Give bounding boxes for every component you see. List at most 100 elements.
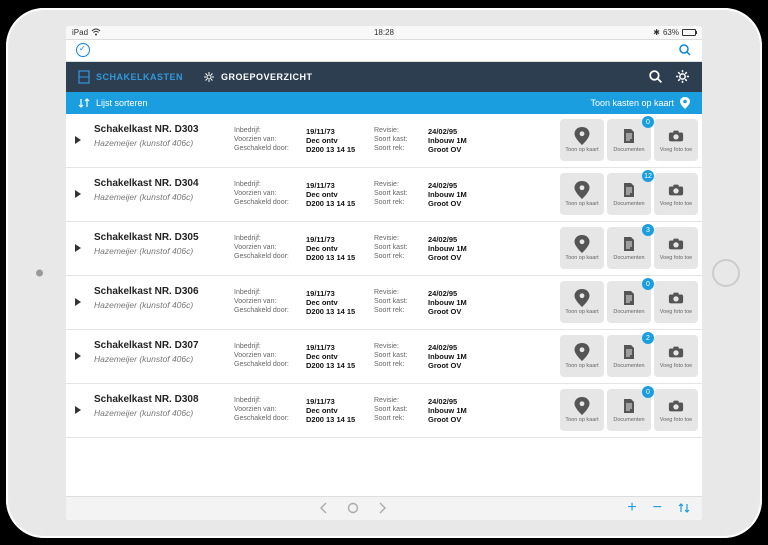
row-title: Schakelkast NR. D306 — [94, 286, 226, 297]
row-details: Inbedrijf:19/11/73Revisie:24/02/95Voorzi… — [230, 276, 556, 329]
nav-bar — [66, 40, 702, 62]
list-container[interactable]: Schakelkast NR. D303 Hazemeijer (kunstof … — [66, 114, 702, 496]
row-details: Inbedrijf:19/11/73Revisie:24/02/95Voorzi… — [230, 330, 556, 383]
row-title-block: Schakelkast NR. D305 Hazemeijer (kunstof … — [90, 222, 230, 275]
show-on-map-button[interactable]: Toon op kaart — [560, 335, 604, 377]
pin-icon — [574, 344, 590, 360]
camera-icon — [668, 344, 684, 360]
search-icon[interactable] — [678, 43, 692, 57]
docs-badge: 2 — [642, 332, 654, 344]
pin-icon — [574, 398, 590, 414]
row-actions: Toon op kaartDocumenten12Voeg foto toe — [556, 168, 702, 221]
remove-button[interactable]: − — [653, 499, 662, 517]
show-on-map-button[interactable]: Toon op kaart — [560, 173, 604, 215]
row-subtitle: Hazemeijer (kunstof 406c) — [94, 138, 226, 148]
list-row[interactable]: Schakelkast NR. D304 Hazemeijer (kunstof … — [66, 168, 702, 222]
ipad-frame: iPad 18:28 ✱ 63% SCHAKE — [6, 8, 762, 538]
row-title: Schakelkast NR. D305 — [94, 232, 226, 243]
camera-icon — [668, 128, 684, 144]
cabinet-icon — [78, 70, 90, 84]
expand-icon[interactable] — [66, 114, 90, 167]
show-on-map-button[interactable]: Toon op kaart — [560, 281, 604, 323]
clock: 18:28 — [280, 28, 488, 37]
pin-white-icon[interactable] — [680, 97, 690, 109]
row-details: Inbedrijf:19/11/73Revisie:24/02/95Voorzi… — [230, 114, 556, 167]
tab-bar: SCHAKELKASTEN GROEPOVERZICHT — [66, 62, 702, 92]
pin-icon — [574, 236, 590, 252]
camera-dot — [36, 269, 43, 276]
tab-schakelkasten[interactable]: SCHAKELKASTEN — [78, 70, 183, 84]
expand-icon[interactable] — [66, 276, 90, 329]
settings-icon[interactable] — [675, 69, 690, 84]
list-row[interactable]: Schakelkast NR. D307Hazemeijer (kunstof … — [66, 330, 702, 384]
row-actions: Toon op kaartDocumenten2Voeg foto toe — [556, 330, 702, 383]
row-actions: Toon op kaartDocumenten0Voeg foto toe — [556, 384, 702, 437]
document-icon — [621, 398, 637, 414]
tab-groepoverzicht-label: GROEPOVERZICHT — [221, 72, 313, 82]
nav-back-icon[interactable] — [319, 502, 329, 514]
nav-forward-icon[interactable] — [377, 502, 387, 514]
show-on-map-button[interactable]: Toon op kaart — [560, 389, 604, 431]
gear-small-icon — [203, 71, 215, 83]
documents-button[interactable]: Documenten3 — [607, 227, 651, 269]
add-photo-button[interactable]: Voeg foto toe — [654, 281, 698, 323]
add-photo-button[interactable]: Voeg foto toe — [654, 389, 698, 431]
row-actions: Toon op kaartDocumenten0Voeg foto toe — [556, 114, 702, 167]
row-title-block: Schakelkast NR. D304 Hazemeijer (kunstof … — [90, 168, 230, 221]
row-details: Inbedrijf:19/11/73Revisie:24/02/95Voorzi… — [230, 384, 556, 437]
status-bar: iPad 18:28 ✱ 63% — [66, 26, 702, 40]
camera-icon — [668, 182, 684, 198]
list-row[interactable]: Schakelkast NR. D303 Hazemeijer (kunstof … — [66, 114, 702, 168]
checklist-icon[interactable] — [76, 43, 90, 57]
sort-bar: Lijst sorteren Toon kasten op kaart — [66, 92, 702, 114]
battery-icon — [682, 29, 696, 36]
bottom-bar: + − — [66, 496, 702, 520]
show-on-map-button[interactable]: Toon op kaart — [560, 227, 604, 269]
list-row[interactable]: Schakelkast NR. D308Hazemeijer (kunstof … — [66, 384, 702, 438]
add-photo-button[interactable]: Voeg foto toe — [654, 335, 698, 377]
show-on-map-button[interactable]: Toon op kaart — [560, 119, 604, 161]
row-subtitle: Hazemeijer (kunstof 406c) — [94, 300, 226, 310]
documents-button[interactable]: Documenten2 — [607, 335, 651, 377]
list-row[interactable]: Schakelkast NR. D305 Hazemeijer (kunstof … — [66, 222, 702, 276]
row-subtitle: Hazemeijer (kunstof 406c) — [94, 192, 226, 202]
sort-label[interactable]: Lijst sorteren — [96, 98, 148, 108]
row-title-block: Schakelkast NR. D303 Hazemeijer (kunstof … — [90, 114, 230, 167]
nav-home-icon[interactable] — [347, 502, 359, 514]
add-photo-button[interactable]: Voeg foto toe — [654, 227, 698, 269]
list-row[interactable]: Schakelkast NR. D306 Hazemeijer (kunstof … — [66, 276, 702, 330]
add-photo-button[interactable]: Voeg foto toe — [654, 173, 698, 215]
tab-groepoverzicht[interactable]: GROEPOVERZICHT — [203, 71, 313, 83]
docs-badge: 0 — [642, 386, 654, 398]
reorder-button[interactable] — [678, 502, 690, 514]
add-button[interactable]: + — [627, 499, 636, 517]
row-title: Schakelkast NR. D304 — [94, 178, 226, 189]
row-title: Schakelkast NR. D303 — [94, 124, 226, 135]
add-photo-button[interactable]: Voeg foto toe — [654, 119, 698, 161]
expand-icon[interactable] — [66, 330, 90, 383]
row-subtitle: Hazemeijer (kunstof 406c) — [94, 408, 226, 418]
bluetooth-icon: ✱ — [653, 28, 660, 37]
row-actions: Toon op kaartDocumenten0Voeg foto toe — [556, 276, 702, 329]
camera-icon — [668, 290, 684, 306]
sort-icon[interactable] — [78, 98, 90, 108]
map-toggle-label[interactable]: Toon kasten op kaart — [590, 98, 674, 108]
expand-icon[interactable] — [66, 222, 90, 275]
expand-icon[interactable] — [66, 168, 90, 221]
documents-button[interactable]: Documenten0 — [607, 281, 651, 323]
row-details: Inbedrijf:19/11/73Revisie:24/02/95Voorzi… — [230, 222, 556, 275]
documents-button[interactable]: Documenten0 — [607, 119, 651, 161]
search-white-icon[interactable] — [648, 69, 663, 84]
battery-percent: 63% — [663, 28, 679, 37]
home-button[interactable] — [712, 259, 740, 287]
documents-button[interactable]: Documenten0 — [607, 389, 651, 431]
document-icon — [621, 344, 637, 360]
camera-icon — [668, 398, 684, 414]
row-subtitle: Hazemeijer (kunstof 406c) — [94, 246, 226, 256]
document-icon — [621, 128, 637, 144]
row-actions: Toon op kaartDocumenten3Voeg foto toe — [556, 222, 702, 275]
expand-icon[interactable] — [66, 384, 90, 437]
docs-badge: 12 — [642, 170, 654, 182]
document-icon — [621, 290, 637, 306]
documents-button[interactable]: Documenten12 — [607, 173, 651, 215]
